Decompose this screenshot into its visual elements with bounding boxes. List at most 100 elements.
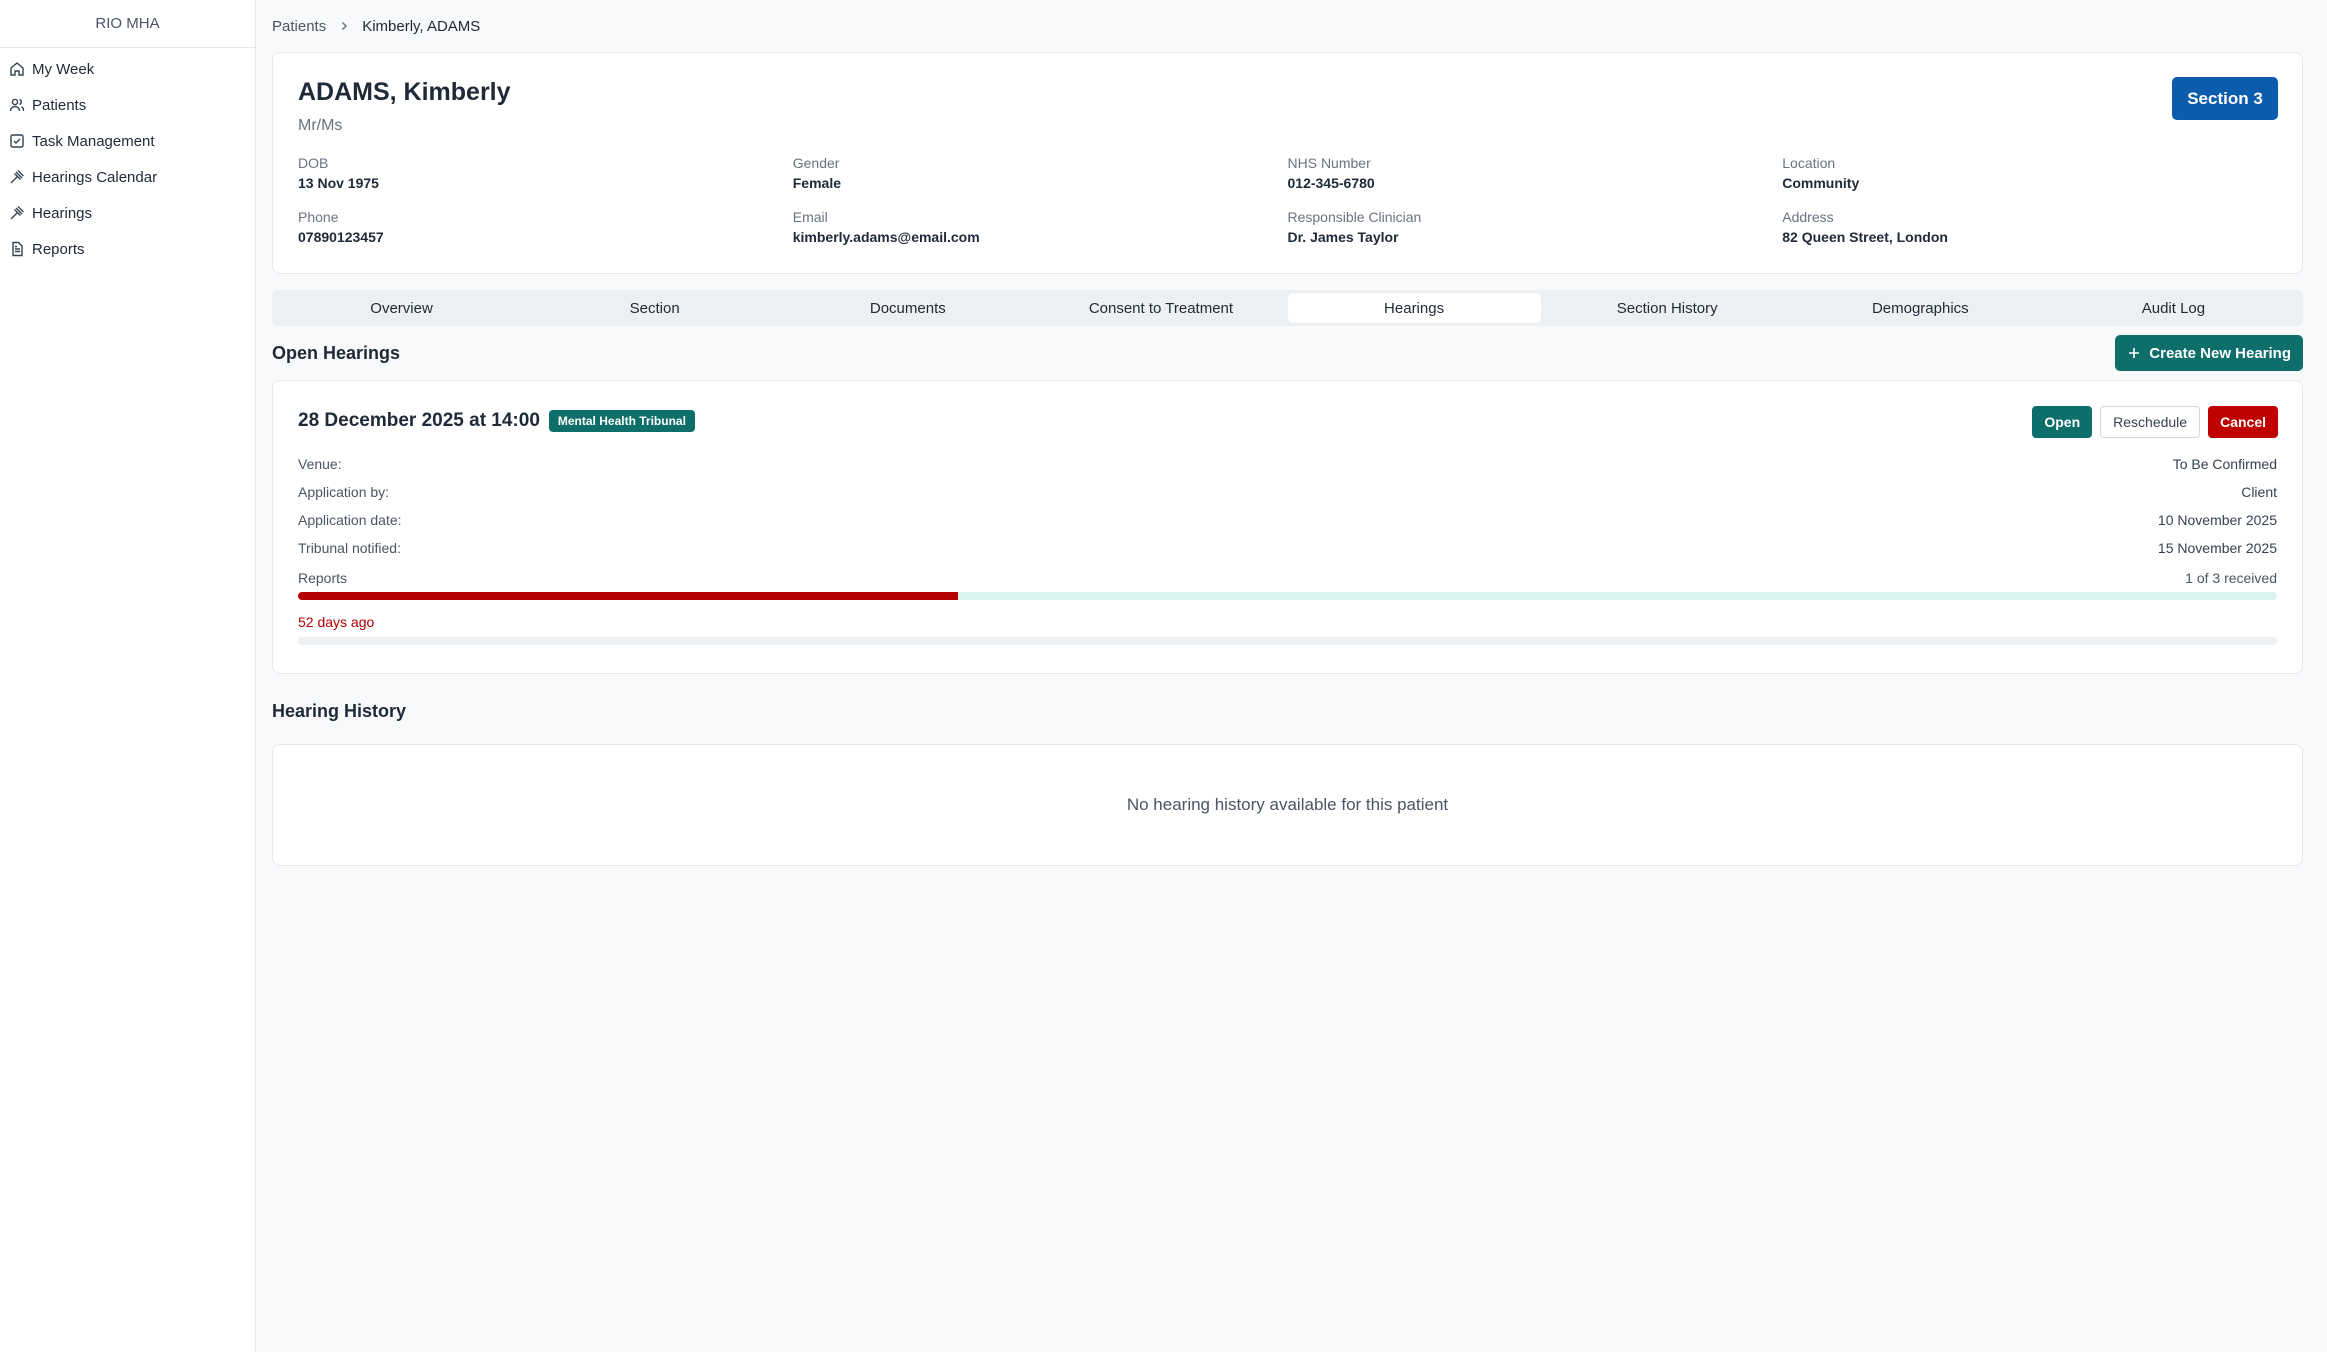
field-label: Email xyxy=(792,209,828,225)
detail-label: Application by: xyxy=(298,484,390,500)
sidebar-item-label: Hearings Calendar xyxy=(32,168,158,186)
home-icon xyxy=(9,61,25,77)
sidebar-item-hearings-calendar[interactable]: Hearings Calendar xyxy=(0,159,255,195)
sidebar-item-label: Reports xyxy=(32,240,85,258)
detail-value: 10 November 2025 xyxy=(2157,512,2277,528)
detail-application-date: Application date: 10 November 2025 xyxy=(298,506,2277,534)
field-label: Responsible Clinician xyxy=(1287,209,1422,225)
detail-label: Application date: xyxy=(298,512,402,528)
reports-progress-bar xyxy=(298,592,2277,600)
field-value: Female xyxy=(792,175,841,191)
detail-value: 15 November 2025 xyxy=(2157,540,2277,556)
hearing-history-title: Hearing History xyxy=(272,700,407,721)
field-email: Email kimberly.adams@email.com xyxy=(793,209,1288,245)
chevron-right-icon xyxy=(338,20,350,32)
tab-hearings[interactable]: Hearings xyxy=(1287,293,1541,323)
hearing-date: 28 December 2025 at 14:00 xyxy=(298,410,540,431)
section-status-button[interactable]: Section 3 xyxy=(2172,77,2278,120)
field-value: 012-345-6780 xyxy=(1287,175,1375,191)
hearing-history-card: No hearing history available for this pa… xyxy=(272,744,2303,866)
field-nhs-number: NHS Number 012-345-6780 xyxy=(1288,155,1783,191)
field-value: 82 Queen Street, London xyxy=(1782,229,1948,245)
tab-consent-to-treatment[interactable]: Consent to Treatment xyxy=(1034,293,1287,323)
sidebar-item-task-management[interactable]: Task Management xyxy=(0,123,255,159)
checkbox-icon xyxy=(9,133,25,149)
field-location: Location Community xyxy=(1782,155,2277,191)
field-gender: Gender Female xyxy=(793,155,1288,191)
patient-name: ADAMS, Kimberly xyxy=(298,78,511,106)
reports-status: 1 of 3 received xyxy=(2185,570,2277,586)
field-label: Location xyxy=(1782,155,1836,171)
create-new-hearing-label: Create New Hearing xyxy=(2149,344,2291,362)
hearing-details: Venue: To Be Confirmed Application by: C… xyxy=(298,450,2277,562)
sidebar-item-patients[interactable]: Patients xyxy=(0,87,255,123)
reports-progress-fill xyxy=(298,592,958,600)
hearing-header: 28 December 2025 at 14:00 Mental Health … xyxy=(298,406,2277,436)
field-address: Address 82 Queen Street, London xyxy=(1782,209,2277,245)
hearing-history-header: Hearing History xyxy=(272,678,2303,744)
breadcrumb: Patients Kimberly, ADAMS xyxy=(272,0,2303,52)
breadcrumb-patients-link[interactable]: Patients xyxy=(272,18,326,35)
hearing-type-badge: Mental Health Tribunal xyxy=(548,410,695,432)
detail-value: Client xyxy=(2241,484,2277,500)
field-value: 07890123457 xyxy=(298,229,384,245)
tab-demographics[interactable]: Demographics xyxy=(1794,293,2047,323)
main-content: Patients Kimberly, ADAMS ADAMS, Kimberly… xyxy=(256,0,2327,1352)
open-hearings-header: Open Hearings Create New Hearing xyxy=(272,326,2303,380)
field-label: Gender xyxy=(792,155,840,171)
detail-label: Tribunal notified: xyxy=(298,540,401,556)
sidebar-item-label: Task Management xyxy=(32,132,155,150)
breadcrumb-current: Kimberly, ADAMS xyxy=(362,17,481,35)
create-new-hearing-button[interactable]: Create New Hearing xyxy=(2115,335,2303,371)
cancel-hearing-button[interactable]: Cancel xyxy=(2208,406,2278,438)
detail-label: Venue: xyxy=(298,456,342,472)
field-dob: DOB 13 Nov 1975 xyxy=(298,155,793,191)
patient-header-card: ADAMS, Kimberly Mr/Ms Section 3 DOB 13 N… xyxy=(272,52,2303,274)
patient-fields: DOB 13 Nov 1975 Gender Female NHS Number… xyxy=(298,155,2277,245)
reports-row: Reports 1 of 3 received xyxy=(298,570,2277,586)
sidebar-item-my-week[interactable]: My Week xyxy=(0,51,255,87)
sidebar-item-label: My Week xyxy=(32,60,95,78)
field-label: Phone xyxy=(298,209,339,225)
sidebar-item-reports[interactable]: Reports xyxy=(0,231,255,267)
days-progress-bar xyxy=(298,637,2277,645)
patient-title: Mr/Ms xyxy=(298,117,343,134)
hearing-actions: Open Reschedule Cancel xyxy=(2032,406,2278,438)
detail-tribunal-notified: Tribunal notified: 15 November 2025 xyxy=(298,534,2277,562)
sidebar-item-label: Patients xyxy=(32,96,87,114)
field-label: Address xyxy=(1782,209,1834,225)
users-icon xyxy=(9,97,25,113)
detail-value: To Be Confirmed xyxy=(2172,456,2277,472)
gavel-icon xyxy=(9,169,25,185)
field-value: kimberly.adams@email.com xyxy=(792,229,980,245)
sidebar: RIO MHA My Week Patients Task Management… xyxy=(0,0,256,1352)
app-brand: RIO MHA xyxy=(0,0,255,48)
days-ago-text: 52 days ago xyxy=(298,614,375,630)
tab-section[interactable]: Section xyxy=(528,293,781,323)
plus-icon xyxy=(2127,346,2141,360)
open-hearing-button[interactable]: Open xyxy=(2032,406,2093,438)
field-value: Community xyxy=(1782,175,1860,191)
reports-label: Reports xyxy=(298,570,348,586)
reschedule-hearing-button[interactable]: Reschedule xyxy=(2100,406,2201,438)
open-hearings-title: Open Hearings xyxy=(272,342,401,363)
open-hearing-card: 28 December 2025 at 14:00 Mental Health … xyxy=(272,380,2303,674)
tab-documents[interactable]: Documents xyxy=(781,293,1034,323)
field-value: 13 Nov 1975 xyxy=(298,175,379,191)
sidebar-item-label: Hearings xyxy=(32,204,93,222)
tab-audit-log[interactable]: Audit Log xyxy=(2047,293,2300,323)
detail-venue: Venue: To Be Confirmed xyxy=(298,450,2277,478)
document-icon xyxy=(9,241,25,257)
field-label: NHS Number xyxy=(1287,155,1371,171)
field-value: Dr. James Taylor xyxy=(1287,229,1399,245)
gavel-icon xyxy=(9,205,25,221)
tab-section-history[interactable]: Section History xyxy=(1541,293,1794,323)
field-label: DOB xyxy=(298,155,329,171)
hearing-history-empty-text: No hearing history available for this pa… xyxy=(1126,795,1449,814)
sidebar-item-hearings[interactable]: Hearings xyxy=(0,195,255,231)
field-responsible-clinician: Responsible Clinician Dr. James Taylor xyxy=(1288,209,1783,245)
patient-tabs: Overview Section Documents Consent to Tr… xyxy=(272,290,2303,326)
tab-overview[interactable]: Overview xyxy=(275,293,528,323)
sidebar-nav: My Week Patients Task Management Hearing… xyxy=(0,48,255,267)
detail-application-by: Application by: Client xyxy=(298,478,2277,506)
